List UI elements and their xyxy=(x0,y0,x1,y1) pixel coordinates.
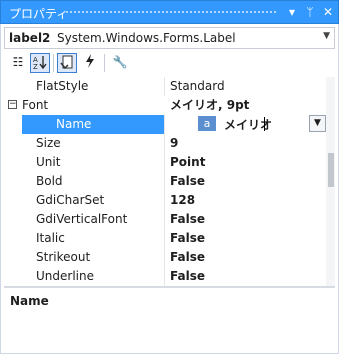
wrench-icon: 🔧 xyxy=(112,55,128,69)
property-label: Bold xyxy=(22,172,165,191)
chevron-down-icon: ▼ xyxy=(323,31,330,41)
row-gutter xyxy=(4,210,22,229)
property-label: Strikeout xyxy=(22,248,165,267)
property-row-size[interactable]: Size 9 xyxy=(4,134,322,153)
pin-icon[interactable]: ᛘ xyxy=(302,4,318,20)
row-gutter xyxy=(4,191,22,210)
property-row-strikeout[interactable]: Strikeout False xyxy=(4,248,322,267)
property-row-underline[interactable]: Underline False xyxy=(4,267,322,286)
alphabetical-icon[interactable]: AZ xyxy=(30,53,50,73)
toolbar-separator xyxy=(53,54,54,72)
title-bar: プロパティ ▾ ᛘ ✕ xyxy=(0,0,339,24)
row-gutter xyxy=(4,267,22,286)
font-name-editor[interactable]: a メイリオ ▼ xyxy=(198,115,326,133)
property-value[interactable]: False xyxy=(166,267,322,286)
properties-icon[interactable] xyxy=(57,53,77,73)
text-caret xyxy=(264,117,265,131)
property-label: Underline xyxy=(22,267,165,286)
object-selector[interactable]: label2 System.Windows.Forms.Label ▼ xyxy=(4,27,335,49)
property-row-gdicharset[interactable]: GdiCharSet 128 xyxy=(4,191,322,210)
property-value[interactable]: Point xyxy=(166,153,322,172)
scrollbar-thumb[interactable] xyxy=(328,153,334,187)
row-gutter xyxy=(4,172,22,191)
description-splitter[interactable] xyxy=(4,286,335,288)
title-grip[interactable] xyxy=(65,10,278,15)
row-gutter xyxy=(4,248,22,267)
vertical-scrollbar[interactable] xyxy=(326,77,335,286)
row-gutter xyxy=(4,77,22,96)
window-title: プロパティ xyxy=(9,7,69,21)
property-value[interactable]: 128 xyxy=(166,191,322,210)
property-row-font[interactable]: − Font メイリオ, 9pt xyxy=(4,96,322,115)
property-row-unit[interactable]: Unit Point xyxy=(4,153,322,172)
window-position-dropdown-icon[interactable]: ▾ xyxy=(284,4,300,20)
chevron-down-icon[interactable]: ▼ xyxy=(309,115,326,132)
property-label: FlatStyle xyxy=(22,77,165,96)
property-label: Italic xyxy=(22,229,165,248)
property-row-italic[interactable]: Italic False xyxy=(4,229,322,248)
property-row-gdiverticalfont[interactable]: GdiVerticalFont False xyxy=(4,210,322,229)
object-name: label2 xyxy=(9,31,51,45)
property-value[interactable]: False xyxy=(166,248,322,267)
property-row-flatstyle[interactable]: FlatStyle Standard xyxy=(4,77,322,96)
events-icon[interactable] xyxy=(80,53,100,73)
properties-toolbar: ☷ AZ 🔧 xyxy=(4,51,335,75)
property-value[interactable]: メイリオ, 9pt xyxy=(166,96,322,115)
font-preview-chip: a xyxy=(198,116,216,131)
row-gutter xyxy=(4,115,22,134)
property-label: GdiCharSet xyxy=(22,191,165,210)
property-value[interactable]: 9 xyxy=(166,134,322,153)
property-grid: FlatStyle Standard − Font メイリオ, 9pt Name… xyxy=(4,77,335,286)
object-type: System.Windows.Forms.Label xyxy=(57,31,236,45)
property-label: Font xyxy=(22,98,49,112)
row-gutter xyxy=(4,134,22,153)
toolbar-separator xyxy=(104,54,105,72)
property-label: Unit xyxy=(22,153,165,172)
property-value[interactable]: False xyxy=(166,172,322,191)
collapse-icon[interactable]: − xyxy=(8,100,17,109)
property-label: Name xyxy=(22,115,165,134)
description-pane: Name xyxy=(4,290,335,350)
row-gutter xyxy=(4,153,22,172)
property-label: Size xyxy=(22,134,165,153)
property-value[interactable]: False xyxy=(166,210,322,229)
property-row-bold[interactable]: Bold False xyxy=(4,172,322,191)
property-label: GdiVerticalFont xyxy=(22,210,165,229)
close-icon[interactable]: ✕ xyxy=(320,4,336,20)
row-gutter xyxy=(4,229,22,248)
description-title: Name xyxy=(10,294,49,308)
property-value[interactable]: False xyxy=(166,229,322,248)
property-value[interactable]: Standard xyxy=(166,77,322,96)
svg-text:Z: Z xyxy=(33,63,38,70)
categorized-icon[interactable]: ☷ xyxy=(8,53,28,73)
